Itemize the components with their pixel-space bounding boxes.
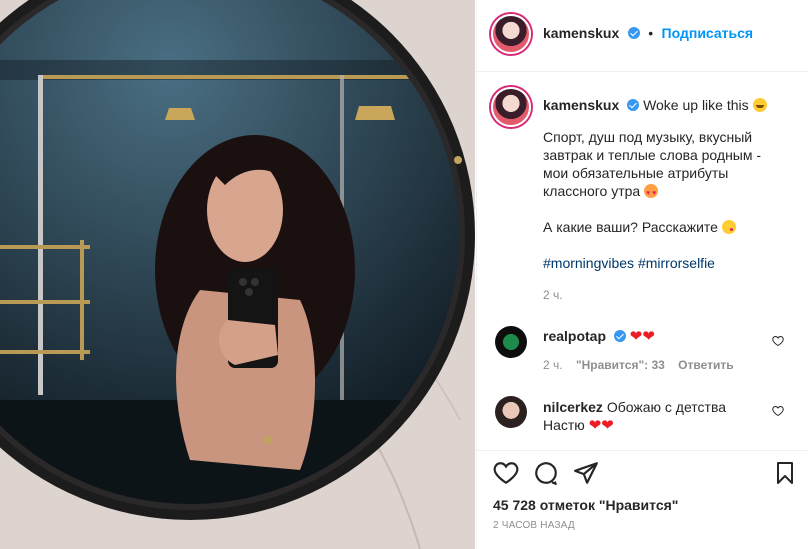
- action-bar-divider: [477, 450, 808, 451]
- hashtag-link[interactable]: #mirrorselfie: [638, 255, 715, 271]
- direct-share-icon[interactable]: [573, 460, 599, 486]
- follow-button[interactable]: Подписаться: [662, 25, 754, 41]
- comment-username[interactable]: nilcerkez: [543, 399, 603, 415]
- caption: kamenskux Woke up like this Спорт, душ п…: [543, 96, 793, 302]
- comment-icon[interactable]: [533, 460, 559, 486]
- caption-first-line: Woke up like this: [643, 97, 749, 113]
- hashtag-link[interactable]: #morningvibes: [543, 255, 634, 271]
- post-timestamp: 2 ЧАСОВ НАЗАД: [493, 520, 575, 531]
- separator-dot: •: [648, 25, 654, 41]
- verified-badge-icon: [627, 99, 640, 111]
- author-avatar[interactable]: [491, 14, 531, 54]
- caption-line: Спорт, душ под музыку, вкусный: [543, 129, 753, 145]
- comment-text: Обожаю с детства: [606, 399, 727, 415]
- heart-outline-icon[interactable]: [493, 460, 519, 486]
- commenter-avatar[interactable]: [495, 326, 527, 358]
- comment: realpotap ❤❤ 2 ч. "Нравится": 33 Ответит…: [543, 327, 763, 372]
- comment-text: Настю: [543, 417, 585, 433]
- author-username[interactable]: kamenskux: [543, 25, 619, 41]
- caption-line: классного утра: [543, 183, 641, 199]
- post-side-panel: kamenskux • Подписаться kamenskux Woke u…: [476, 0, 808, 549]
- comment-like-heart-icon[interactable]: [772, 335, 784, 347]
- caption-avatar[interactable]: [491, 87, 531, 127]
- comment-time: 2 ч.: [543, 358, 563, 372]
- comment-like-heart-icon[interactable]: [772, 405, 784, 417]
- comment-username[interactable]: realpotap: [543, 328, 606, 344]
- grinning-emoji-icon: [752, 98, 767, 112]
- comment: nilcerkez Обожаю с детства Настю ❤❤: [543, 398, 753, 435]
- caption-question: А какие ваши? Расскажите: [543, 219, 718, 235]
- bookmark-icon[interactable]: [773, 460, 797, 486]
- post-photo[interactable]: [0, 0, 475, 549]
- red-heart-emoji-icon: ❤: [642, 328, 655, 345]
- commenter-avatar[interactable]: [495, 396, 527, 428]
- verified-badge-icon: [627, 27, 640, 39]
- verified-badge-icon: [613, 330, 626, 342]
- red-heart-emoji-icon: ❤: [601, 417, 614, 434]
- caption-line: мои обязательные атрибуты: [543, 165, 729, 181]
- comment-likes-count[interactable]: "Нравится": 33: [576, 358, 665, 372]
- likes-count[interactable]: 45 728 отметок "Нравится": [493, 497, 678, 513]
- red-heart-emoji-icon: ❤: [588, 417, 602, 434]
- reply-button[interactable]: Ответить: [678, 358, 733, 372]
- mirror-selfie-image: [0, 0, 475, 549]
- red-heart-emoji-icon: ❤: [629, 328, 643, 345]
- smiling-hearts-emoji-icon: [644, 184, 659, 203]
- caption-username[interactable]: kamenskux: [543, 97, 619, 113]
- caption-time: 2 ч.: [543, 288, 563, 302]
- post-header: kamenskux • Подписаться: [477, 0, 808, 72]
- kiss-emoji-icon: [721, 220, 736, 234]
- caption-line: завтрак и теплые слова родным -: [543, 147, 762, 163]
